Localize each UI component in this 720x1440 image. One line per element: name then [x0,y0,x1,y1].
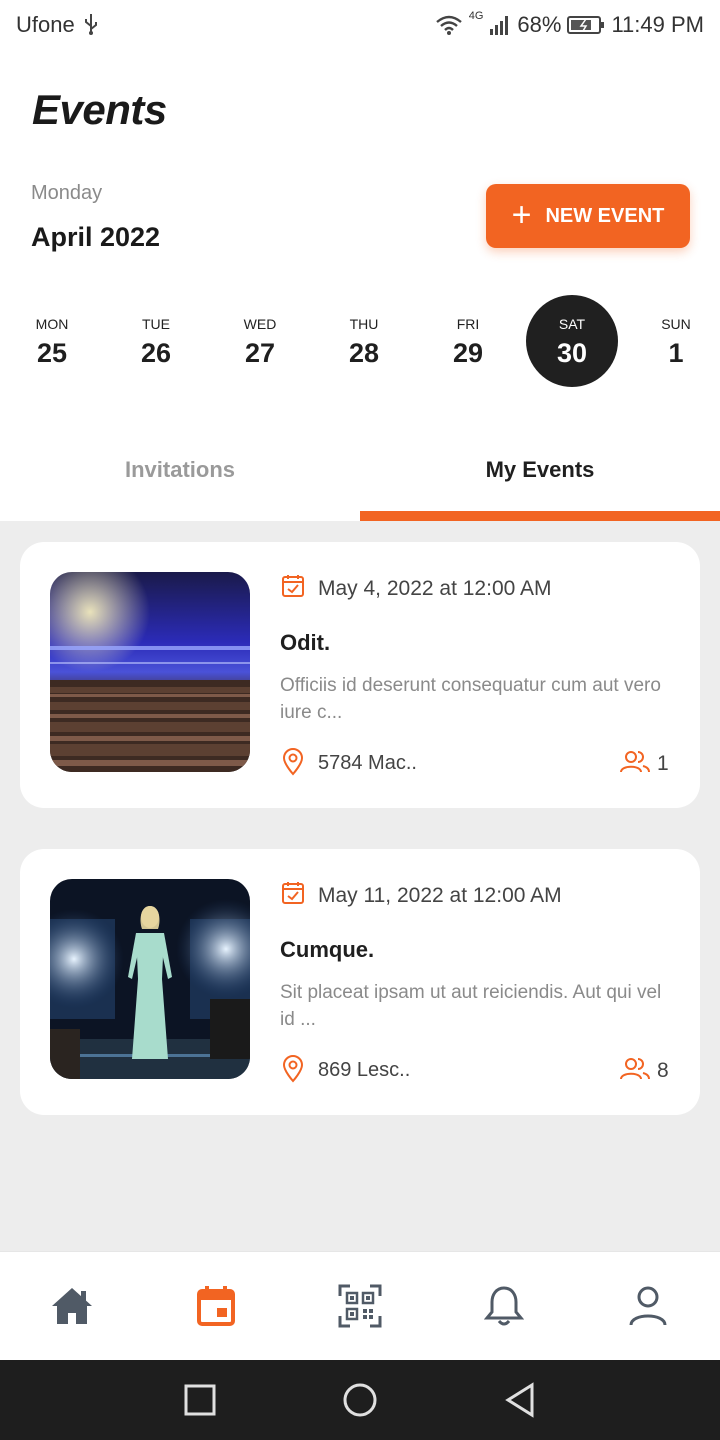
calendar-check-icon [282,574,304,603]
event-image-runway [50,879,250,1079]
bottom-navigation [0,1251,720,1360]
new-event-label: NEW EVENT [545,204,665,227]
location-pin-icon [282,748,304,781]
week-day-name: TUE [142,316,170,332]
event-card[interactable]: May 11, 2022 at 12:00 AM Cumque. Sit pla… [20,849,700,1115]
attendee-count: 1 [657,752,669,775]
event-image-concert [50,572,250,772]
current-month-label[interactable]: April 2022 [31,222,160,253]
event-description: Officiis id deserunt consequatur cum aut… [280,675,661,723]
week-day-name: FRI [456,316,480,332]
week-day-fri[interactable]: FRI 29 [422,295,514,387]
recent-apps-icon[interactable] [182,1382,218,1418]
active-tab-indicator [360,511,720,521]
profile-icon[interactable] [624,1282,672,1330]
week-day-date: 1 [668,338,684,368]
event-description: Sit placeat ipsam ut aut reiciendis. Aut… [280,982,662,1030]
attendees-icon [620,1057,650,1086]
tab-invitations[interactable]: Invitations [0,430,360,521]
week-day-date: 30 [556,338,588,368]
week-day-name: SAT [558,316,586,332]
week-day-sun[interactable]: SUN 1 [630,295,720,387]
new-event-button[interactable]: + NEW EVENT [486,184,690,248]
wifi-icon [435,14,463,36]
battery-icon [567,15,605,35]
week-day-date: 29 [452,338,484,368]
network-type: 4G [468,10,484,22]
event-location: 869 Lesc.. [318,1059,411,1081]
week-day-name: SUN [661,316,691,332]
week-day-thu[interactable]: THU 28 [318,295,410,387]
event-tabs: Invitations My Events [0,430,720,521]
week-day-date: 26 [140,338,172,368]
week-day-wed[interactable]: WED 27 [214,295,306,387]
event-title: Odit. [280,630,331,655]
page-title: Events [32,86,167,133]
week-day-tue[interactable]: TUE 26 [110,295,202,387]
week-day-name: THU [349,316,379,332]
clock: 11:49 PM [611,12,704,37]
home-icon[interactable] [48,1282,96,1330]
attendees-icon [620,750,650,779]
event-card[interactable]: May 4, 2022 at 12:00 AM Odit. Officiis i… [20,542,700,808]
week-day-mon[interactable]: MON 25 [6,295,98,387]
week-day-date: 25 [36,338,68,368]
event-location: 5784 Mac.. [318,752,417,774]
event-date: May 11, 2022 at 12:00 AM [318,884,562,907]
event-date: May 4, 2022 at 12:00 AM [318,577,552,600]
usb-icon [82,12,100,36]
tab-my-events[interactable]: My Events [360,430,720,521]
calendar-check-icon [282,881,304,910]
current-day-label: Monday [31,182,103,204]
battery-percent: 68% [517,12,562,37]
location-pin-icon [282,1055,304,1088]
week-day-date: 27 [244,338,276,368]
week-day-name: MON [35,316,69,332]
home-circle-icon[interactable] [342,1382,378,1418]
signal-icon [489,15,511,35]
bell-icon[interactable] [480,1282,528,1330]
week-strip: MON 25 TUE 26 WED 27 THU 28 FRI 29 SAT 3… [0,295,720,387]
qr-scan-icon[interactable] [336,1282,384,1330]
status-bar: Ufone 4G 68% 11:49 PM [0,0,720,50]
attendee-count: 8 [657,1059,669,1082]
week-day-name: WED [243,316,277,332]
status-indicators: 4G 68% 11:49 PM [435,10,704,38]
week-day-sat-selected[interactable]: SAT 30 [526,295,618,387]
event-list: May 4, 2022 at 12:00 AM Odit. Officiis i… [0,521,720,1251]
week-day-date: 28 [348,338,380,368]
carrier-label: Ufone [16,12,75,37]
calendar-icon[interactable] [192,1282,240,1330]
back-triangle-icon[interactable] [502,1382,538,1418]
event-title: Cumque. [280,937,375,962]
system-navigation-bar [0,1360,720,1440]
plus-icon: + [511,195,532,234]
